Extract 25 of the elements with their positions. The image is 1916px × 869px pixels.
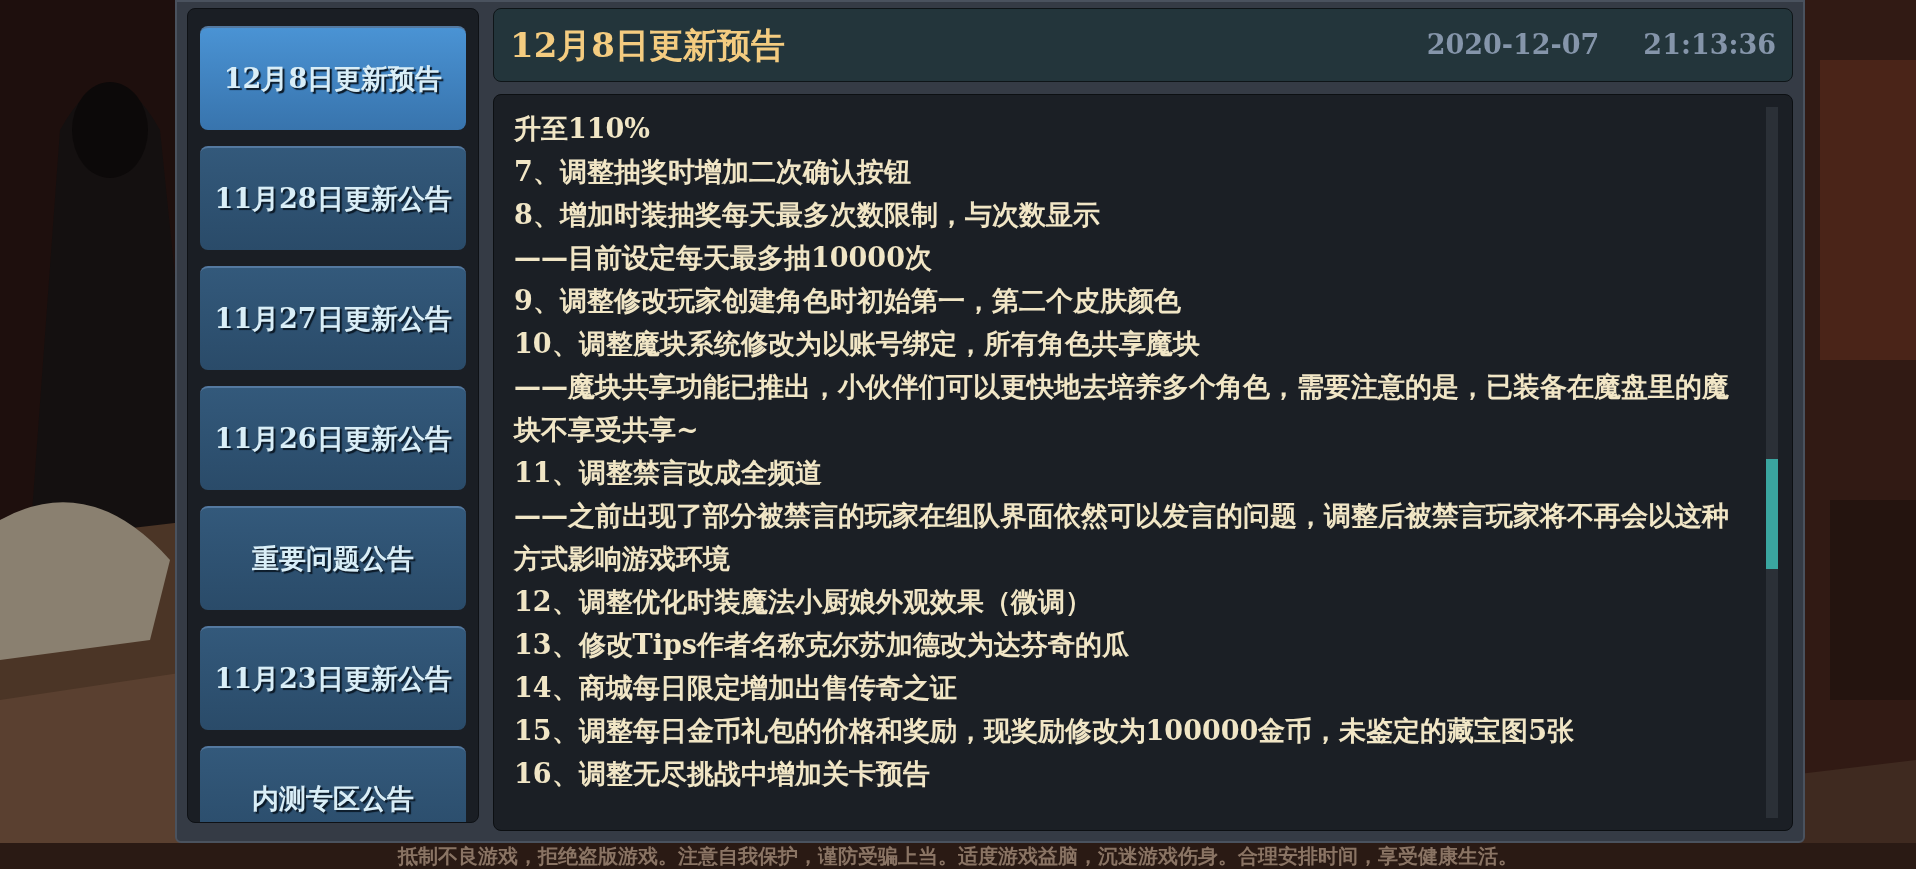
sidebar-tab[interactable]: 内测专区公告 (200, 746, 466, 822)
announcement-line: 7、调整抽奖时增加二次确认按钮 (514, 155, 912, 189)
announcement-line: 11、调整禁言改成全频道 (514, 456, 823, 490)
sidebar-tab[interactable]: 重要问题公告 (200, 506, 466, 610)
sidebar-tab[interactable]: 11月27日更新公告 (200, 266, 466, 370)
sidebar-tab[interactable]: 11月26日更新公告 (200, 386, 466, 490)
sidebar-tab[interactable]: 11月28日更新公告 (200, 146, 466, 250)
announcement-line: ——之前出现了部分被禁言的玩家在组队界面依然可以发言的问题，调整后被禁言玩家将不再会以这种方式影响游戏环境 (514, 499, 1730, 576)
announcement-line: ——魔块共享功能已推出，小伙伴们可以更快地去培养多个角色，需要注意的是，已装备在魔盘里的魔块不享受共享~ (514, 370, 1730, 447)
announcement-line: 9、调整修改玩家创建角色时初始第一，第二个皮肤颜色 (514, 284, 1182, 318)
announcement-line: 10、调整魔块系统修改为以账号绑定，所有角色共享魔块 (514, 327, 1201, 361)
announcement-line: 升至110% (514, 112, 651, 146)
announcement-line: 12、调整优化时装魔法小厨娘外观效果（微调） (514, 585, 1093, 619)
scrollbar-thumb[interactable] (1766, 459, 1778, 569)
announcement-line: ——目前设定每天最多抽10000次 (514, 241, 933, 275)
date-text: 2020-12-07 (1426, 27, 1600, 62)
announcement-title: 12月8日更新预告 (510, 23, 785, 67)
announcement-line: 15、调整每日金币礼包的价格和奖励，现奖励修改为100000金币，未鉴定的藏宝图5张 (514, 714, 1576, 748)
announcement-line: 13、修改Tips作者名称克尔苏加德改为达芬奇的瓜 (514, 628, 1130, 662)
announcement-line: 16、调整无尽挑战中增加关卡预告 (514, 757, 931, 791)
sidebar-tab[interactable]: 11月23日更新公告 (200, 626, 466, 730)
time-text: 21:13:36 (1643, 27, 1776, 62)
health-notice: 抵制不良游戏，拒绝盗版游戏。注意自我保护，谨防受骗上当。适度游戏益脑，沉迷游戏伤身。合理安排时间，享受健康生活。 (396, 843, 1519, 869)
announcement-line: 8、增加时装抽奖每天最多次数限制，与次数显示 (514, 198, 1101, 232)
announcement-line: 14、商城每日限定增加出售传奇之证 (514, 671, 958, 705)
